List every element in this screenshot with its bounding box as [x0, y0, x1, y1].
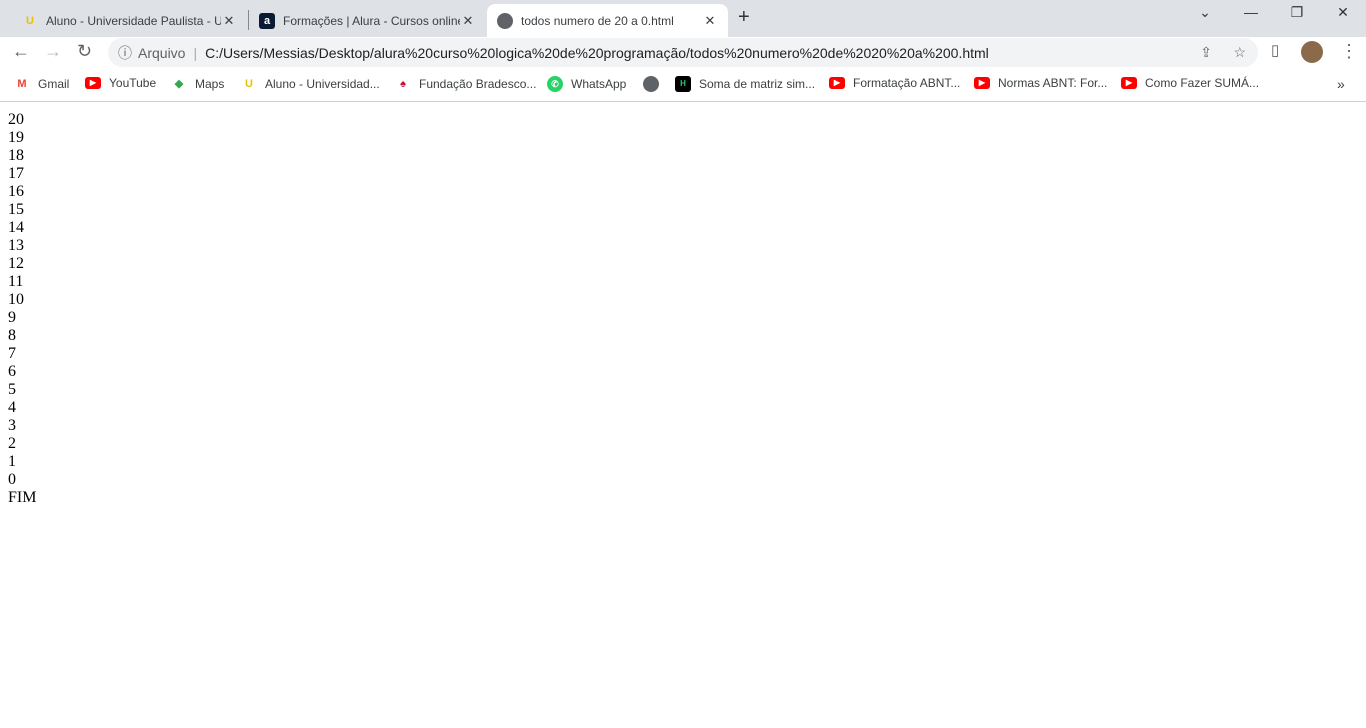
number-line: 11 [8, 273, 24, 290]
bookmark-label: Normas ABNT: For... [998, 76, 1108, 90]
youtube-icon: ▶ [974, 77, 990, 89]
avatar[interactable] [1301, 41, 1323, 63]
bookmark-label: WhatsApp [571, 77, 627, 91]
bookmark-label: Gmail [38, 77, 70, 91]
bookmark-globe[interactable] [643, 76, 667, 92]
bradesco-icon: ♠ [400, 78, 406, 90]
number-line: 1 [8, 453, 16, 470]
reload-button[interactable]: ↻ [77, 41, 92, 62]
menu-icon[interactable]: ⋮ [1340, 41, 1358, 62]
close-window-button[interactable]: ✕ [1320, 4, 1366, 21]
alura-icon: a [259, 12, 275, 29]
gmail-icon: M [17, 78, 27, 90]
star-icon[interactable]: ☆ [1233, 44, 1246, 61]
bookmark-soma-matriz[interactable]: H Soma de matriz sim... [675, 76, 815, 92]
bookmark-label: Maps [195, 77, 225, 91]
maps-icon: ◆ [174, 78, 184, 90]
unip-icon: U [245, 78, 253, 90]
bookmark-normas-abnt[interactable]: ▶ Normas ABNT: For... [974, 76, 1107, 90]
number-line: 0 [8, 471, 16, 488]
bookmark-label: Soma de matriz sim... [699, 77, 816, 91]
number-line: 13 [8, 237, 24, 254]
bookmarks-bar: M Gmail ▶ YouTube ◆ Maps U Aluno - Universid… [0, 68, 1366, 102]
end-text: FIM [8, 489, 37, 506]
page-content: 20 19 18 17 16 15 14 13 12 11 10 9 8 7 6 5 4 3 2 1 0 FIM [0, 103, 44, 515]
security-label: Arquivo [138, 44, 186, 61]
tab-title: Aluno - Universidade Paulista - U [46, 13, 221, 28]
number-line: 17 [8, 165, 24, 182]
url-text[interactable]: C:/Users/Messias/Desktop/alura%20curso%2… [205, 45, 989, 61]
youtube-icon: ▶ [829, 77, 845, 89]
number-line: 14 [8, 219, 24, 236]
unip-icon: U [26, 14, 34, 27]
tab-unip[interactable]: U Aluno - Universidade Paulista - U ✕ [12, 4, 247, 37]
tab-active[interactable]: todos numero de 20 a 0.html ✕ [487, 4, 728, 37]
tab-search-icon[interactable]: ⌄ [1182, 4, 1228, 21]
globe-icon [643, 76, 659, 92]
tab-alura[interactable]: a Formações | Alura - Cursos online ✕ [249, 4, 486, 37]
whatsapp-icon: ✆ [547, 76, 563, 92]
bookmark-formatacao-abnt[interactable]: ▶ Formatação ABNT... [829, 76, 960, 90]
divider: | [193, 44, 198, 61]
more-bookmarks-icon[interactable]: » [1337, 76, 1345, 92]
new-tab-button[interactable]: + [738, 6, 750, 29]
number-line: 5 [8, 381, 16, 398]
bookmark-gmail[interactable]: M Gmail [14, 76, 69, 92]
number-line: 2 [8, 435, 16, 452]
bookmark-label: Formatação ABNT... [853, 76, 961, 90]
address-bar[interactable]: ⓘ Arquivo | C:/Users/Messias/Desktop/alu… [108, 38, 1258, 67]
globe-icon [497, 12, 513, 29]
number-line: 10 [8, 291, 24, 308]
bookmark-label: Como Fazer SUMÁ... [1145, 76, 1260, 90]
minimize-button[interactable]: — [1228, 4, 1274, 20]
youtube-icon: ▶ [85, 77, 101, 89]
info-icon[interactable]: ⓘ [118, 43, 132, 63]
number-line: 4 [8, 399, 16, 416]
number-line: 9 [8, 309, 16, 326]
bookmark-label: Aluno - Universidad... [265, 77, 380, 91]
number-line: 12 [8, 255, 24, 272]
number-line: 15 [8, 201, 24, 218]
forward-button[interactable]: → [44, 41, 62, 62]
toolbar: ← → ↻ ⓘ Arquivo | C:/Users/Messias/Deskt… [0, 37, 1366, 68]
youtube-icon: ▶ [1121, 77, 1137, 89]
restore-button[interactable]: ❐ [1274, 4, 1320, 21]
number-line: 8 [8, 327, 16, 344]
number-line: 7 [8, 345, 16, 362]
number-line: 20 [8, 111, 24, 128]
number-line: 3 [8, 417, 16, 434]
side-panel-icon[interactable]: ▯ [1271, 41, 1279, 59]
tab-title: todos numero de 20 a 0.html [521, 13, 674, 28]
close-tab-icon[interactable]: ✕ [460, 13, 476, 29]
number-line: 16 [8, 183, 24, 200]
tab-strip: U Aluno - Universidade Paulista - U ✕ a … [0, 0, 1366, 37]
bookmark-whatsapp[interactable]: ✆ WhatsApp [547, 76, 626, 92]
share-icon[interactable]: ⇪ [1200, 44, 1212, 61]
bookmark-label: YouTube [109, 76, 157, 90]
bookmark-label: Fundação Bradesco... [419, 77, 537, 91]
bookmark-maps[interactable]: ◆ Maps [171, 76, 225, 92]
back-button[interactable]: ← [12, 41, 30, 62]
number-line: 18 [8, 147, 24, 164]
close-tab-icon[interactable]: ✕ [702, 13, 718, 29]
bookmark-unip[interactable]: U Aluno - Universidad... [241, 76, 380, 92]
number-line: 19 [8, 129, 24, 146]
tab-title: Formações | Alura - Cursos online [283, 13, 460, 28]
close-tab-icon[interactable]: ✕ [221, 13, 237, 29]
bookmark-youtube[interactable]: ▶ YouTube [85, 76, 156, 90]
bookmark-bradesco[interactable]: ♠ Fundação Bradesco... [395, 76, 536, 92]
bookmark-como-fazer-sumario[interactable]: ▶ Como Fazer SUMÁ... [1121, 76, 1259, 90]
number-line: 6 [8, 363, 16, 380]
hackerrank-icon: H [675, 76, 691, 92]
